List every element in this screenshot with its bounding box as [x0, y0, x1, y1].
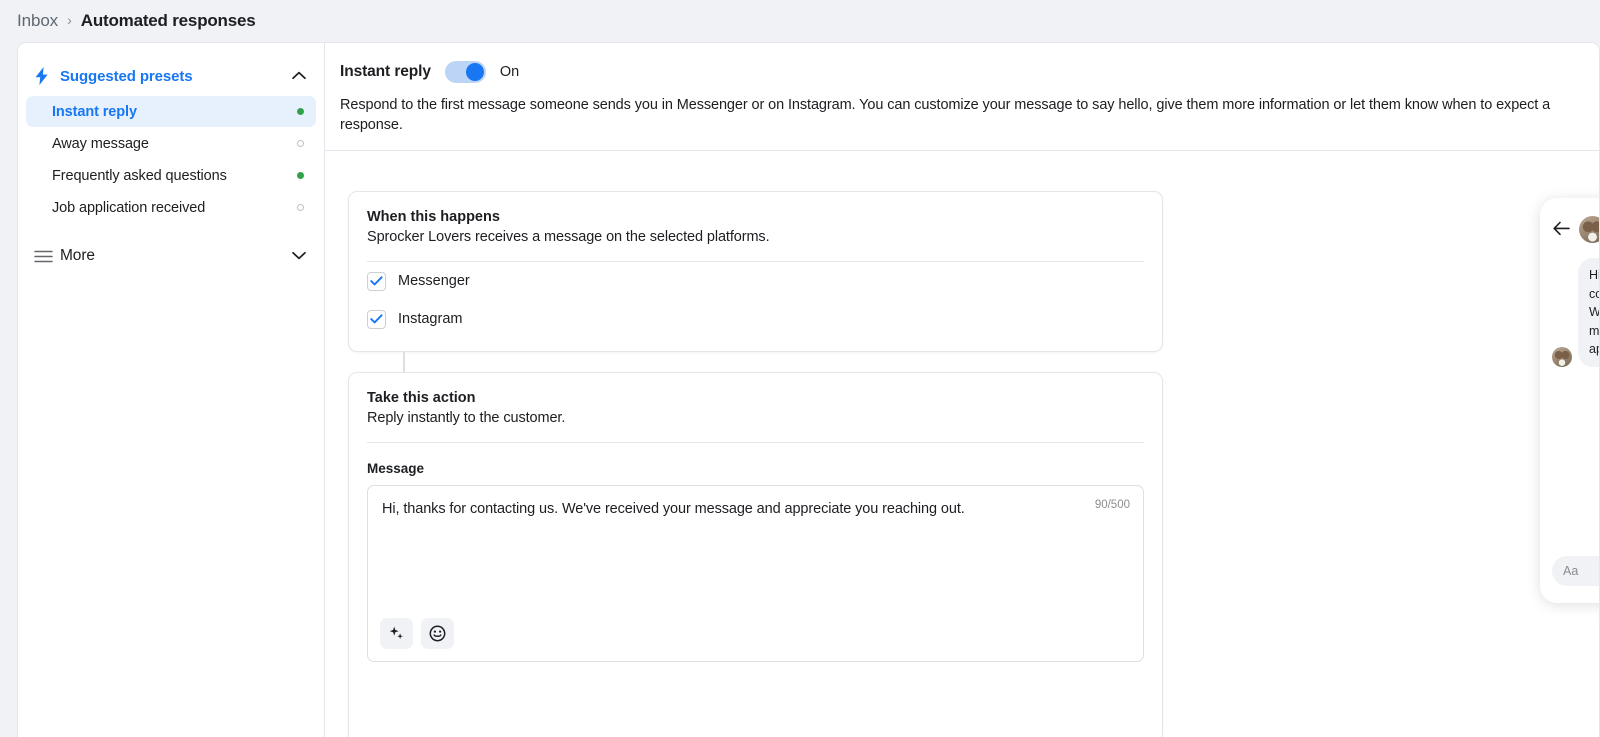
trigger-card-subtitle: Sprocker Lovers receives a message on th… — [367, 229, 1144, 245]
sidebar-item-label: Instant reply — [52, 104, 297, 120]
character-counter: 90/500 — [1095, 499, 1130, 511]
content-area: Instant reply On Respond to the first me… — [325, 43, 1599, 737]
breadcrumb-separator-icon: › — [67, 12, 72, 28]
status-dot-on — [297, 172, 304, 179]
sidebar-item-label: Away message — [52, 136, 297, 152]
preview-message-row: Hi, thanks for contacting us. We've rece… — [1540, 243, 1600, 367]
back-arrow-icon[interactable] — [1553, 221, 1570, 238]
sidebar-item-label: Job application received — [52, 200, 297, 216]
ai-sparkle-icon[interactable] — [380, 618, 413, 649]
automation-flow: When this happens Sprocker Lovers receiv… — [348, 191, 1163, 737]
action-card-subtitle: Reply instantly to the customer. — [367, 410, 1144, 426]
sidebar-item-job-application-received[interactable]: Job application received — [26, 192, 316, 223]
status-dot-on — [297, 108, 304, 115]
instant-reply-toggle[interactable] — [445, 61, 486, 83]
message-input[interactable]: Hi, thanks for contacting us. We've rece… — [367, 485, 1144, 662]
platform-label: Messenger — [398, 273, 470, 289]
chevron-down-icon[interactable] — [292, 247, 306, 265]
sidebar-item-away-message[interactable]: Away message — [26, 128, 316, 159]
trigger-card-title: When this happens — [367, 209, 1144, 225]
status-dot-off — [297, 140, 304, 147]
instant-reply-header: Instant reply On Respond to the first me… — [325, 43, 1599, 151]
preview-message-bubble: Hi, thanks for contacting us. We've rece… — [1578, 258, 1600, 367]
status-dot-off — [297, 204, 304, 211]
sidebar-section-label: More — [60, 247, 292, 265]
platform-checkbox-messenger[interactable]: Messenger — [367, 262, 1144, 300]
checkbox-checked-icon — [367, 310, 386, 329]
sidebar-section-label: Suggested presets — [60, 68, 292, 85]
emoji-icon[interactable] — [421, 618, 454, 649]
avatar — [1579, 216, 1600, 243]
sidebar-item-label: Frequently asked questions — [52, 168, 297, 184]
preview-input-placeholder: Aa — [1563, 564, 1600, 578]
breadcrumb-link-inbox[interactable]: Inbox — [17, 11, 58, 31]
toggle-state-label: On — [500, 64, 519, 80]
preview-header: Sprocker Lovers — [1540, 198, 1600, 243]
flow-connector — [403, 352, 405, 372]
chevron-up-icon[interactable] — [292, 67, 306, 85]
divider — [367, 442, 1144, 443]
instant-reply-title: Instant reply — [340, 63, 431, 81]
message-input-value: Hi, thanks for contacting us. We've rece… — [382, 500, 1129, 520]
toggle-knob — [466, 63, 484, 81]
list-menu-icon — [34, 250, 60, 263]
platform-label: Instagram — [398, 311, 462, 327]
action-card: Take this action Reply instantly to the … — [348, 372, 1163, 737]
action-card-title: Take this action — [367, 390, 1144, 406]
lightning-bolt-icon — [34, 67, 60, 85]
preview-composer: Aa — [1552, 556, 1600, 586]
page-title: Automated responses — [81, 11, 256, 31]
message-field-label: Message — [367, 461, 1144, 476]
breadcrumb: Inbox › Automated responses — [0, 0, 1600, 42]
sidebar-section-more[interactable]: More — [26, 237, 316, 275]
message-toolbar — [380, 618, 454, 649]
preview-message-input[interactable]: Aa — [1552, 556, 1600, 586]
sidebar-item-frequently-asked-questions[interactable]: Frequently asked questions — [26, 160, 316, 191]
avatar — [1552, 347, 1572, 367]
checkbox-checked-icon — [367, 272, 386, 291]
message-preview-panel: Sprocker Lovers Hi, thanks for contactin… — [1540, 198, 1600, 603]
sidebar-section-suggested-presets[interactable]: Suggested presets — [26, 57, 316, 95]
platform-checkbox-instagram[interactable]: Instagram — [367, 300, 1144, 338]
sidebar-item-instant-reply[interactable]: Instant reply — [26, 96, 316, 127]
trigger-card: When this happens Sprocker Lovers receiv… — [348, 191, 1163, 352]
sidebar: Suggested presets Instant reply Away mes… — [18, 43, 325, 737]
instant-reply-description: Respond to the first message someone sen… — [340, 96, 1577, 135]
app-shell: Suggested presets Instant reply Away mes… — [17, 42, 1600, 737]
